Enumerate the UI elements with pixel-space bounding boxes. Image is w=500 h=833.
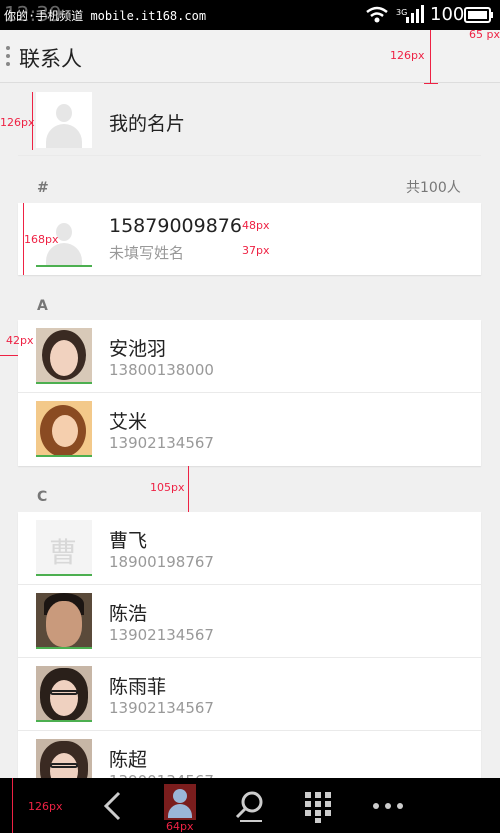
contact-name: 陈雨菲 [109, 676, 167, 698]
page-title: 联系人 [19, 47, 82, 71]
battery-percent: 100 [430, 4, 465, 25]
annotation-line [188, 466, 189, 512]
contact-count: 共100人 [406, 180, 461, 196]
section-header-hash: # [37, 180, 49, 196]
contact-phone: 13902134567 [109, 626, 214, 644]
watermark: 你的·手机频道 mobile.it168.com [4, 9, 207, 23]
contact-list-group: 15879009876 未填写姓名 [18, 203, 481, 275]
contact-row[interactable]: 曹 曹飞 18900198767 [18, 512, 481, 584]
contact-phone: 未填写姓名 [109, 244, 185, 262]
divider [18, 155, 481, 156]
contact-list-group: 安池羽 13800138000 艾米 13902134567 [18, 320, 481, 466]
annotation-line [12, 778, 13, 833]
annotation-label: 42px [6, 334, 34, 347]
my-avatar [36, 92, 92, 148]
action-bar: 联系人 [0, 30, 500, 83]
contact-list-group: 曹 曹飞 18900198767 陈浩 13902134567 陈雨菲 1390… [18, 512, 481, 778]
annotation-line [0, 355, 18, 356]
contact-name: 安池羽 [109, 338, 167, 360]
signal-icon: 3G [396, 5, 424, 23]
contact-avatar-initial: 曹 [36, 520, 92, 576]
contact-avatar-photo [36, 666, 92, 722]
annotation-label: 126px [390, 49, 425, 62]
contact-avatar-photo [36, 328, 92, 384]
annotation-label: 168px [24, 233, 59, 246]
svg-text:3G: 3G [396, 8, 407, 17]
contact-row[interactable]: 陈浩 13902134567 [18, 585, 481, 657]
contact-avatar-photo [36, 401, 92, 457]
contact-row[interactable]: 艾米 13902134567 [18, 393, 481, 465]
annotation-label: 37px [242, 244, 270, 257]
status-bar: 12:39 你的·手机频道 mobile.it168.com 3G 100 [0, 0, 500, 30]
contact-row[interactable]: 15879009876 未填写姓名 [18, 203, 481, 275]
contact-phone: 13902134567 [109, 434, 214, 452]
contact-name: 艾米 [109, 411, 148, 433]
bottom-toolbar: 126px 64px [0, 778, 500, 833]
contact-row[interactable]: 陈超 13900134567 [18, 731, 481, 778]
contacts-tab-icon[interactable] [164, 784, 196, 820]
annotation-line [430, 30, 431, 84]
contact-name: 陈超 [109, 749, 148, 771]
search-icon[interactable] [232, 788, 268, 824]
contact-avatar-photo [36, 739, 92, 778]
wifi-icon [366, 6, 388, 23]
contact-row[interactable]: 陈雨菲 13902134567 [18, 658, 481, 730]
contact-phone: 18900198767 [109, 553, 214, 571]
overflow-menu-icon[interactable] [6, 46, 12, 68]
contact-name: 15879009876 [109, 215, 242, 237]
section-header-a: A [37, 298, 48, 314]
contact-phone: 13902134567 [109, 699, 214, 717]
annotation-label: 105px [150, 481, 185, 494]
dialpad-icon[interactable] [300, 788, 336, 824]
contact-row[interactable]: 安池羽 13800138000 [18, 320, 481, 392]
section-header-c: C [37, 489, 48, 505]
annotation-label: 126px [0, 116, 35, 129]
more-icon[interactable] [370, 788, 406, 824]
contact-name: 曹飞 [109, 530, 148, 552]
battery-icon [464, 7, 493, 23]
my-card-row[interactable]: 我的名片 [0, 84, 500, 156]
annotation-label: 48px [242, 219, 270, 232]
contact-avatar-photo [36, 593, 92, 649]
annotation-label: 65 px [469, 28, 500, 41]
annotation-label: 64px [166, 820, 194, 833]
back-icon[interactable] [96, 788, 132, 824]
annotation-label: 126px [28, 800, 63, 813]
my-card-label: 我的名片 [109, 113, 186, 135]
contact-name: 陈浩 [109, 603, 148, 625]
contact-phone: 13800138000 [109, 361, 214, 379]
